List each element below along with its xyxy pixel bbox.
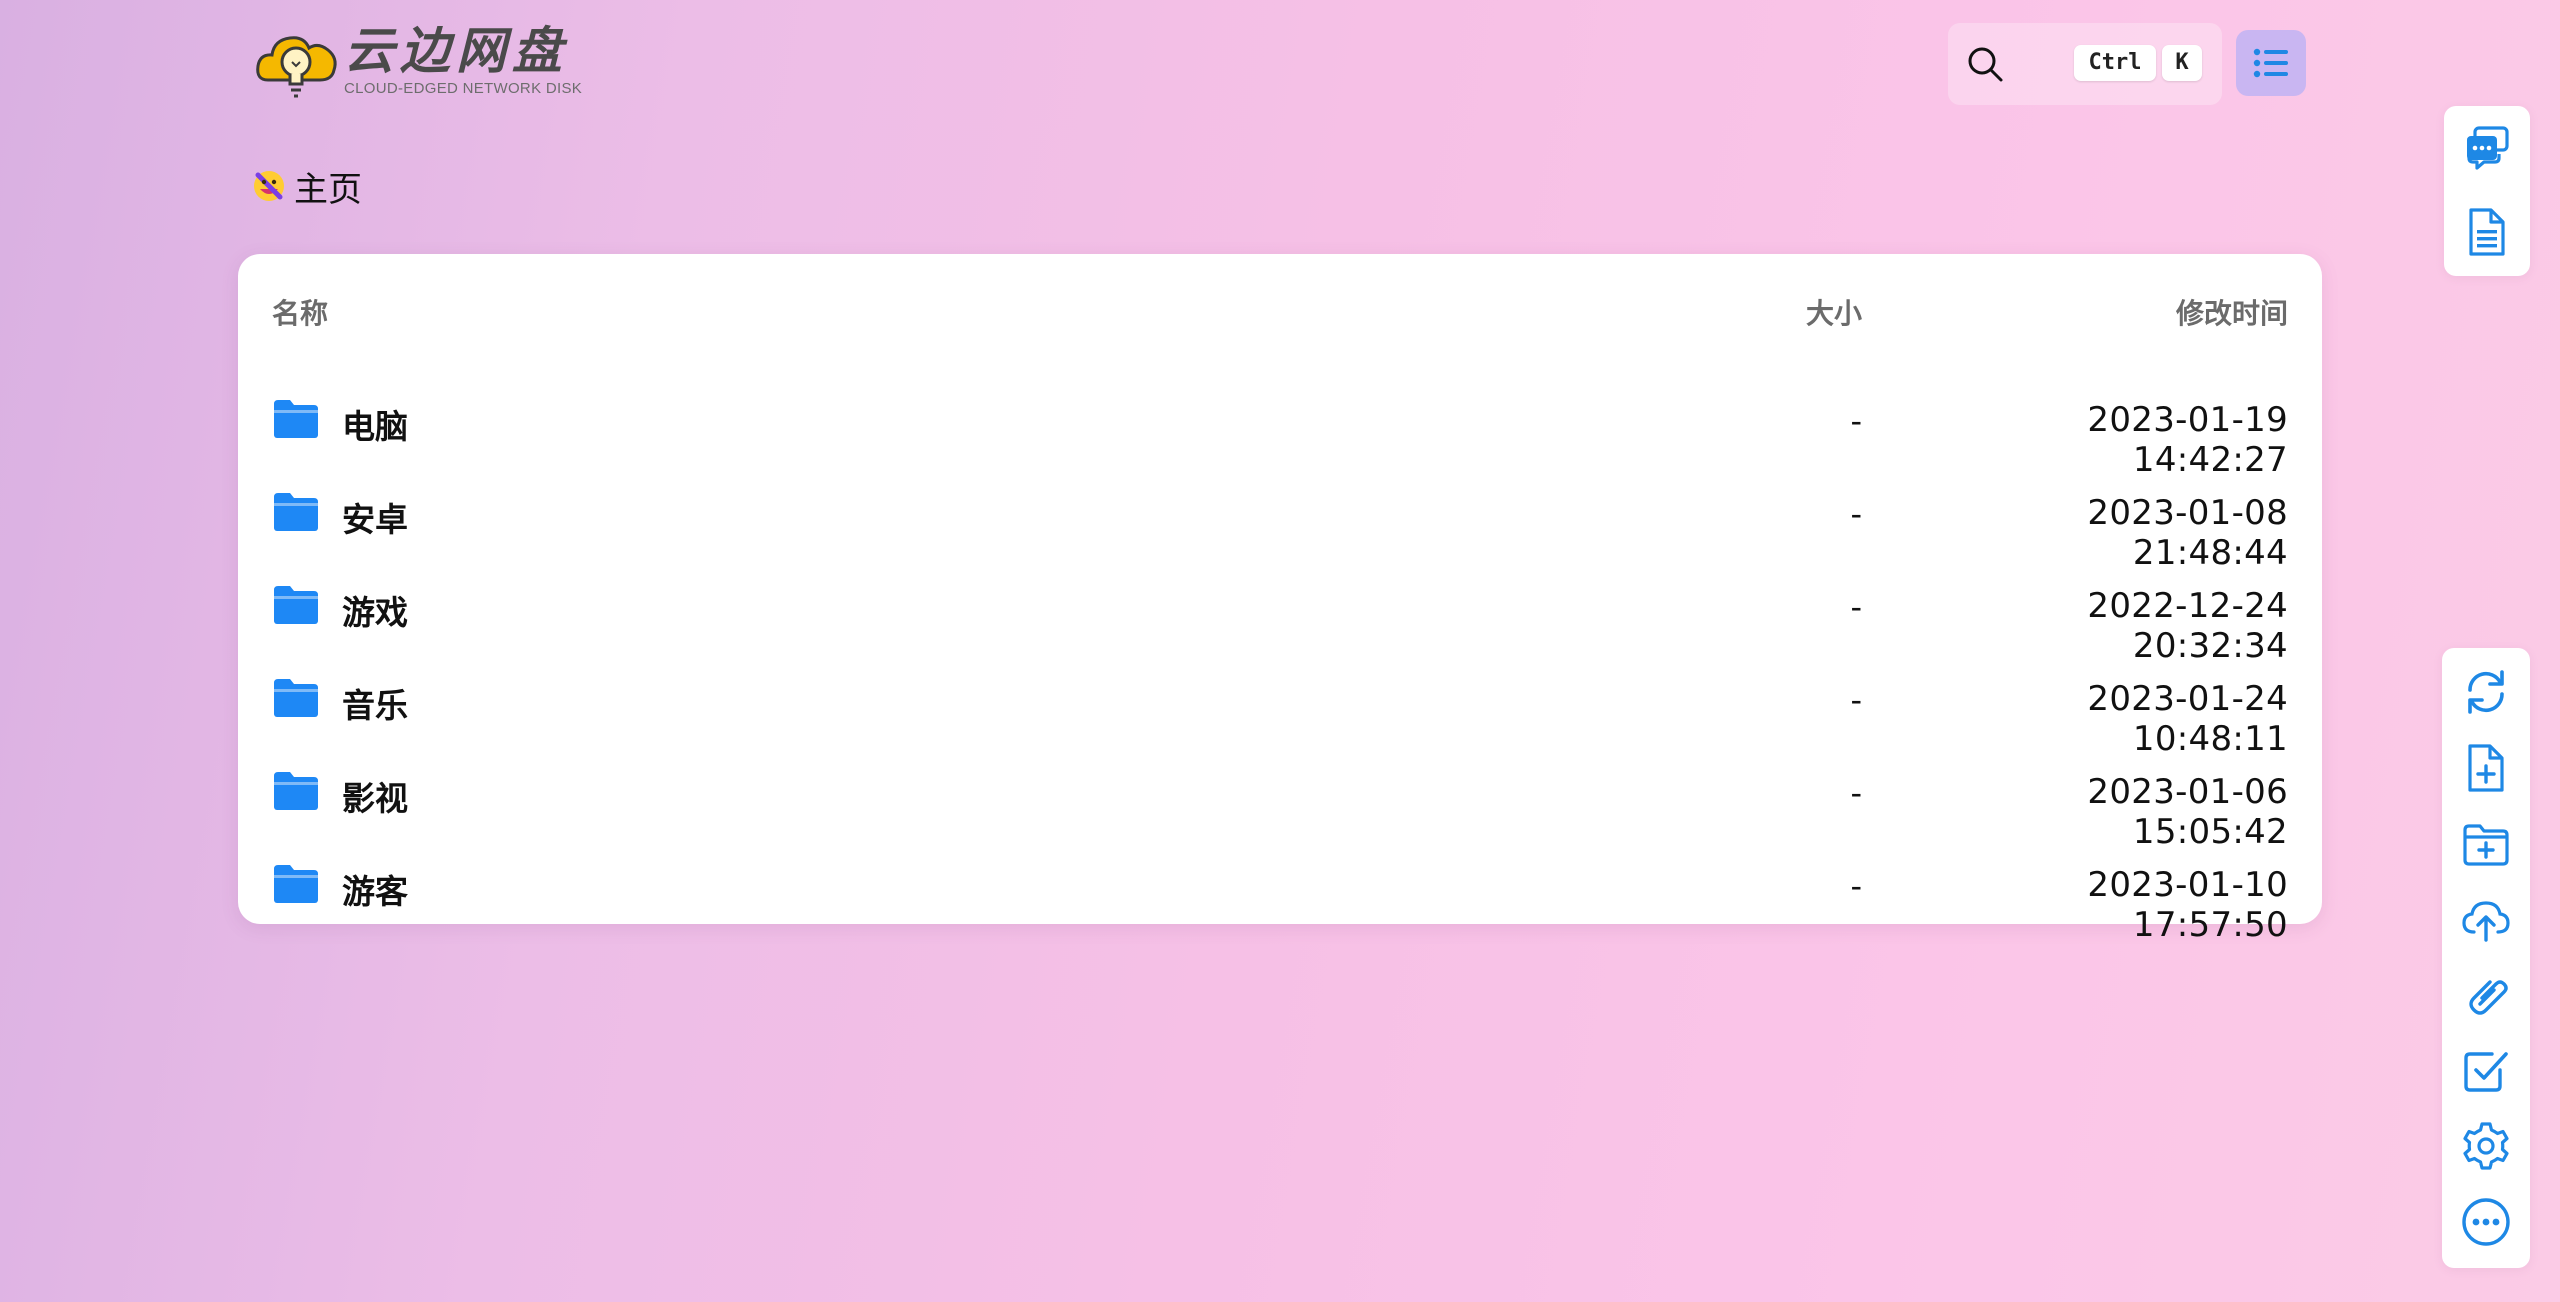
upload-button[interactable] (2458, 892, 2514, 948)
right-toolbar-bottom (2442, 648, 2530, 1268)
folder-modified-time: 2023-01-19 14:42:27 (2087, 400, 2288, 480)
upload-icon (2462, 901, 2510, 942)
document-button[interactable] (2459, 204, 2515, 260)
link-button[interactable] (2458, 966, 2514, 1022)
folder-modified-time: 2022-12-24 20:32:34 (2087, 586, 2288, 666)
home-emoji-icon (254, 171, 284, 201)
cloud-bulb-logo-icon (256, 36, 337, 98)
folder-row[interactable]: 游戏 - 2022-12-24 20:32:34 (238, 562, 2322, 666)
more-button[interactable] (2458, 1194, 2514, 1250)
folder-icon (274, 865, 318, 903)
column-header-modified[interactable]: 修改时间 (1938, 292, 2288, 332)
folder-modified-time: 2023-01-10 17:57:50 (2087, 865, 2288, 945)
shortcut-ctrl-key: Ctrl (2074, 45, 2156, 81)
folder-size: - (1850, 495, 1862, 533)
shortcut-k-key: K (2162, 45, 2202, 81)
refresh-icon (2468, 670, 2504, 714)
folder-icon (274, 772, 318, 810)
folder-name[interactable]: 影视 (342, 772, 408, 820)
settings-icon (2463, 1122, 2509, 1170)
settings-button[interactable] (2458, 1118, 2514, 1174)
search-icon (1968, 47, 2003, 82)
folder-name[interactable]: 安卓 (342, 493, 408, 541)
folder-modified-time: 2023-01-08 21:48:44 (2087, 493, 2288, 573)
folder-size: - (1850, 774, 1862, 812)
folder-row[interactable]: 游客 - 2023-01-10 17:57:50 (238, 841, 2322, 945)
folder-size: - (1850, 402, 1862, 440)
folder-name[interactable]: 游戏 (342, 586, 408, 634)
new-folder-icon (2463, 824, 2509, 866)
checkbox-icon (2464, 1052, 2508, 1092)
folder-row[interactable]: 安卓 - 2023-01-08 21:48:44 (238, 469, 2322, 573)
folder-row[interactable]: 音乐 - 2023-01-24 10:48:11 (238, 655, 2322, 759)
folder-size: - (1850, 681, 1862, 719)
logo-subtitle: CLOUD-EDGED NETWORK DISK (344, 80, 583, 97)
new-file-icon (2468, 744, 2504, 792)
select-button[interactable] (2458, 1042, 2514, 1098)
refresh-button[interactable] (2458, 664, 2514, 720)
right-toolbar-top (2444, 106, 2530, 276)
new-folder-button[interactable] (2458, 816, 2514, 872)
list-icon (2253, 48, 2288, 78)
table-header: 名称 大小 修改时间 (238, 254, 2322, 364)
folder-icon (274, 679, 318, 717)
column-header-size[interactable]: 大小 (1562, 292, 1862, 332)
folder-name[interactable]: 音乐 (342, 679, 408, 727)
breadcrumb-home[interactable]: 主页 (294, 162, 362, 211)
folder-size: - (1850, 867, 1862, 905)
folder-modified-time: 2023-01-24 10:48:11 (2087, 679, 2288, 759)
menu-button[interactable] (2236, 30, 2306, 96)
new-file-button[interactable] (2458, 740, 2514, 796)
more-icon (2462, 1198, 2510, 1246)
folder-row[interactable]: 电脑 - 2023-01-19 14:42:27 (238, 376, 2322, 480)
folder-row[interactable]: 影视 - 2023-01-06 15:05:42 (238, 748, 2322, 852)
folder-size: - (1850, 588, 1862, 626)
folder-name[interactable]: 电脑 (342, 400, 408, 448)
app-logo[interactable]: 云边网盘 CLOUD-EDGED NETWORK DISK (254, 22, 604, 108)
chat-icon (2467, 126, 2509, 170)
folder-modified-time: 2023-01-06 15:05:42 (2087, 772, 2288, 852)
folder-icon (274, 586, 318, 624)
folder-icon (274, 400, 318, 438)
link-icon (2469, 980, 2508, 1015)
file-list: 名称 大小 修改时间 电脑 - 2023-01-19 14:42:27 安卓 -… (238, 254, 2322, 945)
logo-title: 云边网盘 (344, 21, 568, 80)
column-header-name[interactable]: 名称 (272, 292, 328, 332)
folder-name[interactable]: 游客 (342, 865, 408, 913)
breadcrumb[interactable]: 主页 (252, 162, 362, 211)
chat-button[interactable] (2459, 120, 2515, 176)
search-button[interactable]: Ctrl K (1948, 23, 2222, 105)
document-icon (2469, 208, 2505, 256)
folder-icon (274, 493, 318, 531)
